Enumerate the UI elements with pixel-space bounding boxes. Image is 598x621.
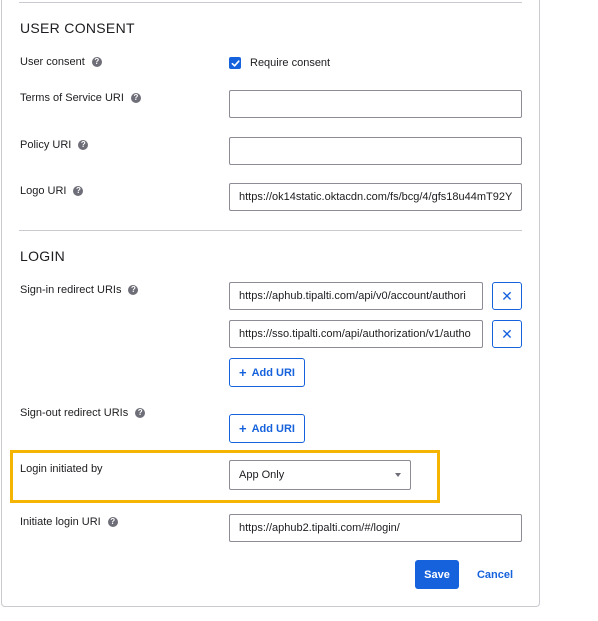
tos-uri-label: Terms of Service URI ? bbox=[20, 92, 141, 104]
user-consent-label: User consent ? bbox=[20, 56, 102, 68]
policy-uri-label: Policy URI ? bbox=[20, 139, 89, 151]
initiate-login-uri-value: https://aphub2.tipalti.com/#/login/ bbox=[239, 522, 400, 534]
help-icon[interactable]: ? bbox=[130, 93, 141, 103]
tos-uri-input[interactable] bbox=[229, 90, 522, 118]
logo-uri-label: Logo URI ? bbox=[20, 185, 84, 197]
login-title: LOGIN bbox=[20, 248, 66, 264]
initiate-login-uri-input[interactable]: https://aphub2.tipalti.com/#/login/ bbox=[229, 514, 522, 542]
require-consent-label: Require consent bbox=[250, 57, 331, 69]
tos-uri-label-text: Terms of Service URI bbox=[20, 92, 124, 104]
user-consent-label-text: User consent bbox=[20, 56, 85, 68]
close-icon: ✕ bbox=[501, 287, 513, 304]
login-initiated-label-text: Login initiated by bbox=[20, 463, 103, 475]
signin-redirect-value-1: https://aphub.tipalti.com/api/v0/account… bbox=[239, 290, 466, 302]
policy-uri-label-text: Policy URI bbox=[20, 139, 72, 151]
add-uri-label: Add URI bbox=[251, 422, 295, 435]
login-initiated-label: Login initiated by bbox=[20, 463, 103, 475]
signin-redirect-input-2[interactable]: https://sso.tipalti.com/api/authorizatio… bbox=[229, 320, 483, 348]
signin-redirect-value-2: https://sso.tipalti.com/api/authorizatio… bbox=[239, 328, 471, 340]
add-uri-label: Add URI bbox=[251, 366, 295, 379]
section-divider bbox=[19, 230, 522, 231]
signout-redirect-label-text: Sign-out redirect URIs bbox=[20, 407, 129, 419]
help-icon[interactable]: ? bbox=[128, 285, 139, 295]
signin-redirect-label-text: Sign-in redirect URIs bbox=[20, 284, 122, 296]
signout-redirect-label: Sign-out redirect URIs ? bbox=[20, 407, 146, 419]
save-button[interactable]: Save bbox=[415, 560, 459, 589]
cancel-button[interactable]: Cancel bbox=[470, 560, 520, 589]
require-consent-checkbox[interactable] bbox=[229, 57, 241, 69]
initiate-login-uri-label: Initiate login URI ? bbox=[20, 516, 118, 528]
login-initiated-value: App Only bbox=[239, 469, 285, 481]
plus-icon: + bbox=[239, 365, 247, 380]
login-initiated-select[interactable]: App Only bbox=[229, 460, 411, 490]
remove-signin-uri-1-button[interactable]: ✕ bbox=[492, 282, 522, 310]
check-icon bbox=[231, 59, 240, 67]
signin-redirect-label: Sign-in redirect URIs ? bbox=[20, 284, 139, 296]
add-signin-uri-button[interactable]: + Add URI bbox=[229, 358, 305, 387]
logo-uri-label-text: Logo URI bbox=[20, 185, 67, 197]
help-icon[interactable]: ? bbox=[78, 140, 89, 150]
logo-uri-value: https://ok14static.oktacdn.com/fs/bcg/4/… bbox=[239, 191, 512, 203]
help-icon[interactable]: ? bbox=[135, 408, 146, 418]
help-icon[interactable]: ? bbox=[73, 186, 84, 196]
user-consent-title: USER CONSENT bbox=[20, 20, 135, 36]
remove-signin-uri-2-button[interactable]: ✕ bbox=[492, 320, 522, 348]
policy-uri-input[interactable] bbox=[229, 137, 522, 165]
initiate-login-uri-label-text: Initiate login URI bbox=[20, 516, 101, 528]
close-icon: ✕ bbox=[501, 325, 513, 342]
help-icon[interactable]: ? bbox=[107, 517, 118, 527]
top-divider bbox=[19, 2, 522, 3]
logo-uri-input[interactable]: https://ok14static.oktacdn.com/fs/bcg/4/… bbox=[229, 183, 522, 211]
signin-redirect-input-1[interactable]: https://aphub.tipalti.com/api/v0/account… bbox=[229, 282, 483, 310]
add-signout-uri-button[interactable]: + Add URI bbox=[229, 414, 305, 443]
help-icon[interactable]: ? bbox=[91, 57, 102, 67]
chevron-down-icon bbox=[395, 473, 401, 477]
plus-icon: + bbox=[239, 421, 247, 436]
